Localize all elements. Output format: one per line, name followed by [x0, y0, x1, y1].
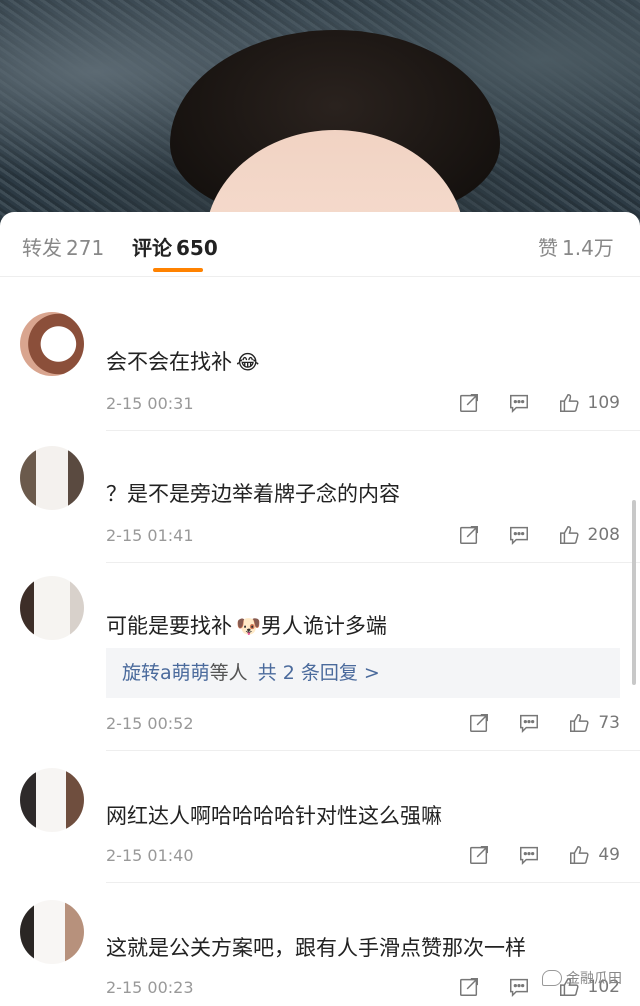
comment-text[interactable]: 网红达人啊哈哈哈哈针对性这么强嘛 [106, 800, 442, 830]
wechat-icon [542, 970, 562, 986]
comment-icon[interactable] [506, 522, 532, 548]
comment-text-tail: 男人诡计多端 [260, 614, 387, 638]
tab-likes-count: 1.4万 [562, 236, 614, 260]
avatar[interactable] [20, 768, 84, 832]
like-count: 208 [587, 525, 620, 545]
like-button[interactable]: 208 [556, 522, 620, 548]
comment-icon[interactable] [516, 842, 542, 868]
comment-text[interactable]: 可能是要找补 🐶男人诡计多端 [106, 610, 387, 640]
comment-time: 2-15 01:41 [106, 526, 194, 545]
active-tab-indicator [153, 268, 203, 272]
share-icon[interactable] [456, 522, 482, 548]
comments-sheet: 转发 271 评论 650 赞 1.4万 [0, 212, 640, 1006]
comment-actions: 208 [432, 522, 620, 548]
like-count: 109 [587, 393, 620, 413]
share-icon[interactable] [456, 390, 482, 416]
share-icon[interactable] [456, 974, 482, 1000]
username-blurred[interactable] [106, 324, 246, 336]
avatar[interactable] [20, 576, 84, 640]
avatar[interactable] [20, 446, 84, 510]
tab-likes[interactable]: 赞 1.4万 [538, 232, 614, 261]
tab-comments-label: 评论 [132, 236, 172, 260]
comment-actions: 49 [442, 842, 620, 868]
thumbs-up-icon [566, 710, 592, 736]
comment-time: 2-15 00:52 [106, 714, 194, 733]
like-button[interactable]: 49 [566, 842, 620, 868]
share-icon[interactable] [466, 842, 492, 868]
reply-rest: 等人 [209, 662, 248, 684]
divider [106, 882, 640, 883]
thumbs-up-icon [556, 522, 582, 548]
like-count: 73 [598, 713, 620, 733]
tab-reposts-label: 转发 [22, 236, 62, 260]
comment-text[interactable]: 这就是公关方案吧，跟有人手滑点赞那次一样 [106, 932, 526, 962]
tab-bar: 转发 271 评论 650 赞 1.4万 [0, 212, 640, 277]
reply-count-link[interactable]: 共 2 条回复 > [258, 662, 380, 684]
comment-icon[interactable] [516, 710, 542, 736]
thumbs-up-icon [566, 842, 592, 868]
doge-emoji-icon: 🐶 [236, 614, 261, 638]
scrollbar[interactable] [632, 500, 636, 685]
username-blurred[interactable] [106, 588, 246, 600]
comment-icon[interactable] [506, 974, 532, 1000]
tab-comments[interactable]: 评论 650 [132, 232, 218, 261]
comment-actions: 109 [432, 390, 620, 416]
comment-text[interactable]: 会不会在找补 😂 [106, 346, 259, 376]
comment-text-body: 可能是要找补 [106, 614, 232, 638]
comment-icon[interactable] [506, 390, 532, 416]
thumbs-up-icon [556, 390, 582, 416]
comment-time: 2-15 01:40 [106, 846, 194, 865]
laughing-emoji-icon: 😂 [236, 350, 260, 374]
like-button[interactable]: 73 [566, 710, 620, 736]
post-photo [0, 0, 640, 270]
tab-likes-label: 赞 [538, 236, 558, 260]
reply-summary[interactable]: 旋转a萌萌等人共 2 条回复 > [106, 648, 620, 698]
tab-reposts-count: 271 [66, 236, 105, 260]
comment-actions: 73 [442, 710, 620, 736]
like-count: 49 [598, 845, 620, 865]
share-icon[interactable] [466, 710, 492, 736]
divider [106, 750, 640, 751]
username-blurred[interactable] [106, 908, 246, 920]
watermark-text: 金融瓜田 [566, 971, 622, 987]
avatar[interactable] [20, 312, 84, 376]
tab-comments-count: 650 [176, 236, 218, 260]
comment-time: 2-15 00:31 [106, 394, 194, 413]
reply-user[interactable]: 旋转a萌萌 [122, 662, 210, 684]
avatar[interactable] [20, 900, 84, 964]
username-blurred[interactable] [106, 458, 246, 470]
tab-reposts[interactable]: 转发 271 [22, 232, 104, 261]
username-blurred[interactable] [106, 776, 246, 788]
comment-text[interactable]: ？是不是旁边举着牌子念的内容 [106, 478, 400, 508]
like-button[interactable]: 109 [556, 390, 620, 416]
watermark: 金融瓜田 [542, 968, 622, 988]
divider [106, 562, 640, 563]
comment-text-body: 会不会在找补 [106, 350, 232, 374]
divider [106, 430, 640, 431]
comment-time: 2-15 00:23 [106, 978, 194, 997]
